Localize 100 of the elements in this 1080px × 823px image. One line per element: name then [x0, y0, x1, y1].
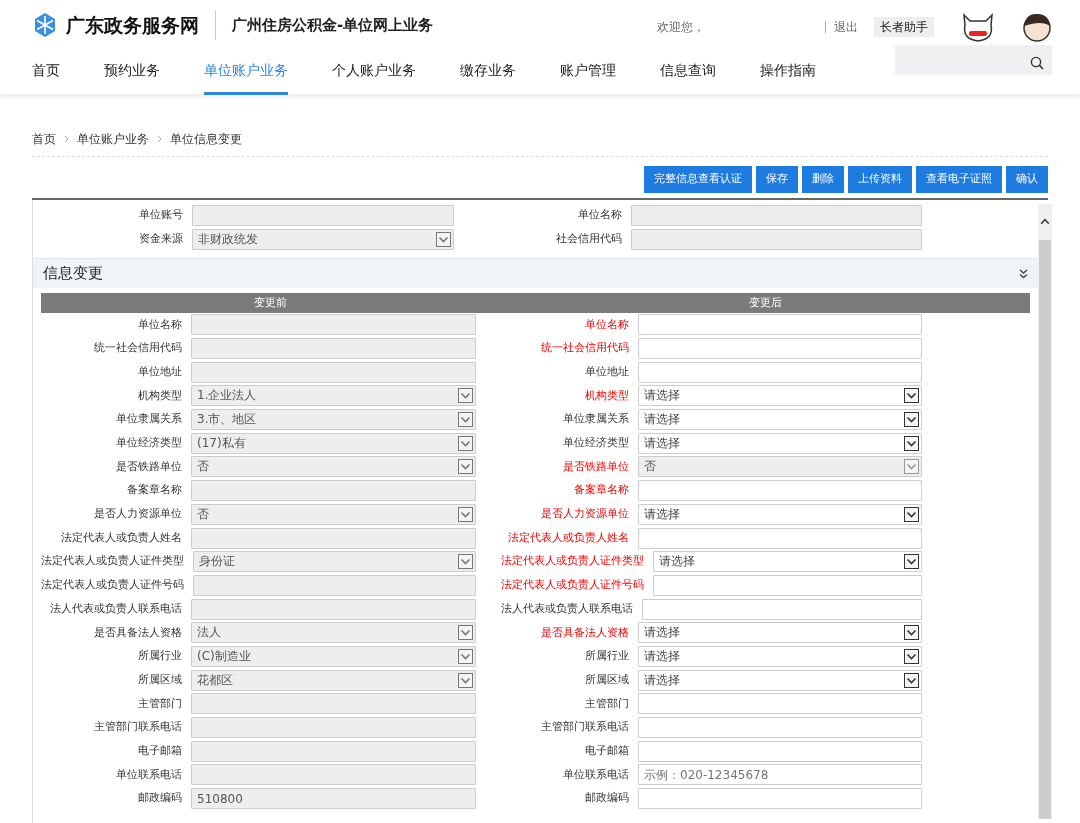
- text-field[interactable]: [638, 717, 922, 739]
- logo-icon: [32, 12, 58, 38]
- field-label: 法定代表人或负责人姓名: [60, 529, 183, 546]
- action-button[interactable]: 查看电子证照: [916, 166, 1002, 193]
- field-label: 单位联系电话: [115, 766, 183, 783]
- action-button[interactable]: 保存: [756, 166, 798, 193]
- welcome-text: 欢迎您，: [657, 19, 705, 36]
- field-label: 法人代表或负责人联系电话: [501, 600, 634, 617]
- avatar-icon[interactable]: [1022, 11, 1052, 43]
- breadcrumb-link[interactable]: 首页: [32, 130, 56, 148]
- text-field[interactable]: [638, 480, 922, 502]
- select-field[interactable]: 身份证: [193, 551, 476, 573]
- text-field[interactable]: [191, 314, 476, 336]
- field-label: 单位隶属关系: [115, 411, 183, 428]
- text-field[interactable]: [191, 764, 476, 786]
- nav-tab[interactable]: 账户管理: [560, 50, 616, 95]
- text-field[interactable]: [642, 598, 922, 620]
- text-field[interactable]: [191, 480, 476, 502]
- select-field[interactable]: 请选择: [638, 385, 922, 407]
- select-field[interactable]: (C)制造业: [191, 645, 476, 667]
- text-field[interactable]: [638, 314, 922, 336]
- nav-tab[interactable]: 预约业务: [104, 50, 160, 95]
- action-button[interactable]: 上传资料: [848, 166, 912, 193]
- text-field[interactable]: [638, 788, 922, 810]
- text-field[interactable]: [193, 574, 476, 596]
- text-field[interactable]: [638, 740, 922, 762]
- select-field[interactable]: 请选择: [638, 409, 922, 431]
- select-field[interactable]: 1.企业法人: [191, 385, 476, 407]
- text-field[interactable]: [192, 205, 454, 226]
- field-label: 备案章名称: [126, 482, 183, 499]
- text-field[interactable]: [191, 338, 476, 360]
- nav-tab[interactable]: 首页: [32, 50, 60, 95]
- text-field[interactable]: [191, 598, 476, 620]
- text-field[interactable]: [191, 527, 476, 549]
- select-field[interactable]: 请选择: [653, 551, 922, 573]
- field-label: 单位联系电话: [562, 766, 630, 783]
- text-field[interactable]: [191, 361, 476, 383]
- field-label: 法人代表或负责人联系电话: [49, 600, 183, 617]
- action-button[interactable]: 确认: [1006, 166, 1048, 193]
- text-field[interactable]: 510800: [191, 788, 476, 810]
- elder-mode-button[interactable]: 长者助手: [874, 17, 934, 37]
- field-label: 法定代表人或负责人姓名: [507, 529, 630, 546]
- text-field[interactable]: [631, 205, 922, 226]
- chevron-down-icon: [904, 648, 919, 664]
- breadcrumb-link[interactable]: 单位账户业务: [77, 130, 149, 148]
- chevron-down-icon: [904, 388, 919, 404]
- chevron-down-icon: [904, 672, 919, 688]
- select-field[interactable]: 否: [191, 503, 476, 525]
- field-label: 所属区域: [584, 671, 630, 688]
- field-label: 单位经济类型: [115, 435, 183, 452]
- field-label: 法定代表人或负责人证件类型: [501, 553, 645, 570]
- breadcrumb-separator: [157, 135, 162, 143]
- select-field[interactable]: (17)私有: [191, 432, 476, 454]
- select-field[interactable]: 3.市、地区: [191, 409, 476, 431]
- field-label: 邮政编码: [137, 790, 183, 807]
- text-field[interactable]: 示例：020-12345678: [638, 764, 922, 786]
- nav-tab[interactable]: 操作指南: [760, 50, 816, 95]
- scrollbar[interactable]: [1038, 204, 1052, 819]
- select-field[interactable]: 请选择: [638, 432, 922, 454]
- nav-tab[interactable]: 信息查询: [660, 50, 716, 95]
- text-field[interactable]: [631, 229, 922, 250]
- chevron-down-icon: [904, 625, 919, 641]
- logout-link[interactable]: 退出: [834, 18, 858, 36]
- field-label: 单位隶属关系: [562, 411, 630, 428]
- select-field[interactable]: 请选择: [638, 622, 922, 644]
- text-field[interactable]: [638, 693, 922, 715]
- nav-tab[interactable]: 个人账户业务: [332, 50, 416, 95]
- text-field[interactable]: [653, 574, 922, 596]
- field-label: 是否铁路单位: [562, 458, 630, 475]
- select-field[interactable]: 请选择: [638, 503, 922, 525]
- chevron-down-icon: [458, 625, 473, 641]
- text-field[interactable]: [191, 740, 476, 762]
- field-label: 所属区域: [137, 671, 183, 688]
- collapse-icon[interactable]: [1019, 268, 1028, 279]
- select-field[interactable]: 请选择: [638, 669, 922, 691]
- nav-tab[interactable]: 缴存业务: [460, 50, 516, 95]
- select-field[interactable]: 花都区: [191, 669, 476, 691]
- field-label: 社会信用代码: [555, 231, 623, 248]
- action-button[interactable]: 删除: [802, 166, 844, 193]
- select-field[interactable]: 请选择: [638, 645, 922, 667]
- nav-tab[interactable]: 单位账户业务: [204, 50, 288, 95]
- search-icon[interactable]: [1030, 55, 1044, 70]
- field-label: 电子邮箱: [584, 742, 630, 759]
- field-label: 法定代表人或负责人证件类型: [41, 553, 185, 570]
- select-field[interactable]: 非财政统发: [192, 229, 454, 250]
- text-field[interactable]: [638, 527, 922, 549]
- field-label: 主管部门联系电话: [540, 719, 630, 736]
- text-field[interactable]: [191, 717, 476, 739]
- field-label: 法定代表人或负责人证件号码: [41, 577, 185, 594]
- select-field[interactable]: 法人: [191, 622, 476, 644]
- chevron-down-icon: [458, 554, 473, 570]
- search-field[interactable]: [895, 45, 1052, 75]
- field-label: 单位账号: [138, 207, 184, 224]
- chevron-down-icon: [904, 506, 919, 522]
- text-field[interactable]: [191, 693, 476, 715]
- text-field[interactable]: [638, 361, 922, 383]
- select-field[interactable]: 否: [191, 456, 476, 478]
- action-button[interactable]: 完整信息查看认证: [644, 166, 752, 193]
- chevron-down-icon: [458, 435, 473, 451]
- text-field[interactable]: [638, 338, 922, 360]
